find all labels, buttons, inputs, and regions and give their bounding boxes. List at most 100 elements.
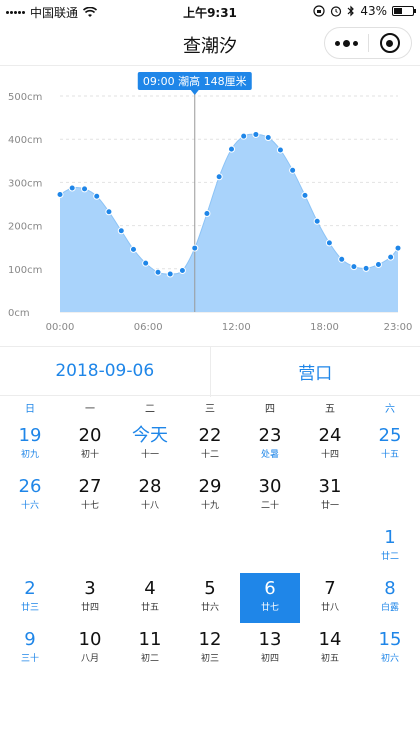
data-point	[56, 190, 64, 198]
calendar-day[interactable]: 1 廿二	[360, 522, 420, 572]
day-number: 26	[18, 476, 42, 497]
day-number: 19	[18, 425, 42, 446]
calendar-day[interactable]: 29 十九	[180, 471, 240, 521]
calendar-day[interactable]: 12 初三	[180, 624, 240, 674]
calendar-day[interactable]: 23 处暑	[240, 420, 300, 470]
day-number: 3	[84, 578, 96, 599]
lunar-date: 廿六	[200, 603, 219, 613]
calendar-day[interactable]: 24 十四	[300, 420, 360, 470]
calendar-day[interactable]: 15 初六	[360, 624, 420, 674]
day-number: 13	[258, 629, 282, 650]
day-number: 30	[258, 476, 282, 497]
close-button[interactable]	[369, 28, 411, 58]
location-selector[interactable]: 营口	[211, 347, 420, 395]
day-number: 29	[198, 476, 222, 497]
y-tick-label: 400cm	[8, 135, 42, 146]
battery-level	[394, 8, 402, 14]
calendar-day[interactable]: 27 十七	[60, 471, 120, 521]
calendar-day[interactable]: 28 十八	[120, 471, 180, 521]
calendar-day[interactable]: 5 廿六	[180, 573, 240, 623]
calendar-day-selected[interactable]: 6 廿七	[240, 573, 300, 623]
day-number: 31	[318, 476, 342, 497]
day-number: 11	[138, 629, 162, 650]
more-dot-icon	[335, 40, 340, 46]
y-tick-label: 0cm	[8, 308, 30, 319]
data-point	[325, 239, 333, 247]
calendar-grid: 19 初九 20 初十 今天 十一 22 十二 23 处暑 24 十四 25 十五 26 十六 27 十七 28 十八…	[0, 420, 420, 674]
data-point	[117, 227, 125, 235]
data-point	[338, 255, 346, 263]
calendar-day[interactable]: 19 初九	[0, 420, 60, 470]
info-bar: 2018-09-06 营口	[0, 346, 420, 397]
calendar-day[interactable]: 11 初二	[120, 624, 180, 674]
date-selector[interactable]: 2018-09-06	[0, 347, 210, 395]
lunar-date: 初三	[200, 654, 219, 664]
lunar-date: 二十	[260, 501, 279, 511]
calendar-day[interactable]: 2 廿三	[0, 573, 60, 623]
battery-percent: 43%	[360, 4, 387, 18]
data-point	[252, 130, 260, 138]
close-target-icon	[379, 33, 400, 53]
x-tick-label: 12:00	[222, 322, 251, 333]
calendar-day[interactable]: 8 白露	[360, 573, 420, 623]
data-point	[81, 185, 89, 193]
cursor-point	[191, 244, 199, 252]
lunar-date: 廿五	[140, 603, 159, 613]
data-point	[154, 268, 162, 276]
lunar-date: 十四	[320, 450, 339, 460]
calendar-day[interactable]: 4 廿五	[120, 573, 180, 623]
data-point	[374, 260, 382, 268]
more-button[interactable]	[325, 28, 368, 58]
day-number: 25	[378, 425, 402, 446]
data-point	[264, 133, 272, 141]
x-tick-label: 23:00	[384, 322, 413, 333]
calendar-day[interactable]: 今天 十一	[120, 420, 180, 470]
weekday-label: 一	[85, 404, 95, 415]
lunar-date: 十九	[200, 501, 219, 511]
lunar-date: 初九	[20, 450, 39, 460]
calendar-day[interactable]: 31 廿一	[300, 471, 360, 521]
y-tick-label: 500cm	[8, 92, 42, 103]
calendar-day[interactable]: 25 十五	[360, 420, 420, 470]
weekday-label: 日	[25, 404, 35, 415]
lunar-date: 十六	[20, 501, 39, 511]
x-tick-label: 00:00	[46, 322, 75, 333]
x-tick-label: 18:00	[310, 322, 339, 333]
day-number: 28	[138, 476, 162, 497]
data-point	[394, 244, 402, 252]
calendar-day[interactable]: 20 初十	[60, 420, 120, 470]
weekday-label: 三	[205, 404, 215, 415]
day-number: 6	[264, 578, 276, 599]
day-number: 8	[384, 578, 396, 599]
lunar-date: 廿四	[80, 603, 99, 613]
tide-chart[interactable]: 0cm 100cm 200cm 300cm 400cm 500cm 00:00 06:00 12…	[0, 68, 420, 338]
x-tick-label: 06:00	[134, 322, 163, 333]
calendar-day[interactable]: 3 廿四	[60, 573, 120, 623]
weekday-label: 二	[145, 404, 155, 415]
calendar-day[interactable]: 9 三十	[0, 624, 60, 674]
data-point	[93, 192, 101, 200]
calendar-day[interactable]: 10 八月	[60, 624, 120, 674]
day-number: 27	[78, 476, 102, 497]
lunar-date: 初二	[140, 654, 159, 664]
lunar-date: 八月	[80, 654, 99, 664]
day-number: 15	[378, 629, 402, 650]
calendar-day[interactable]: 22 十二	[180, 420, 240, 470]
alarm-icon	[331, 6, 342, 17]
tide-chart-svg: 0cm 100cm 200cm 300cm 400cm 500cm 00:00 06:00 12…	[8, 72, 413, 333]
tide-area	[60, 134, 398, 312]
calendar-day[interactable]: 26 十六	[0, 471, 60, 521]
day-number: 10	[78, 629, 102, 650]
data-point	[203, 210, 211, 218]
calendar-day[interactable]: 30 二十	[240, 471, 300, 521]
bluetooth-icon	[347, 5, 355, 17]
weekday-label: 六	[385, 404, 395, 415]
day-number: 24	[318, 425, 342, 446]
lunar-date: 廿三	[20, 603, 39, 613]
calendar-day[interactable]: 7 廿八	[300, 573, 360, 623]
day-number: 9	[24, 629, 36, 650]
orientation-lock-icon	[313, 5, 325, 17]
calendar-day[interactable]: 14 初五	[300, 624, 360, 674]
calendar-day[interactable]: 13 初四	[240, 624, 300, 674]
lunar-date: 廿一	[320, 501, 339, 511]
